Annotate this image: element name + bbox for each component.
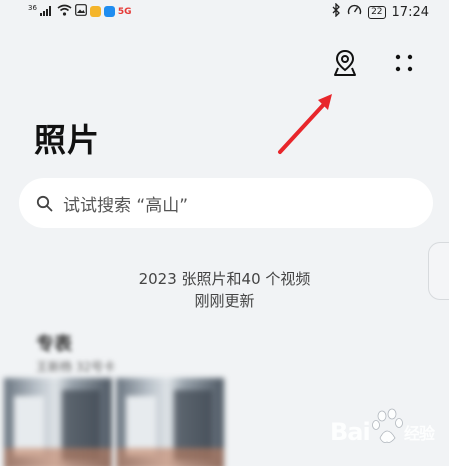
network-type-label: 36 bbox=[28, 3, 37, 12]
location-pin-icon bbox=[332, 49, 358, 81]
bluetooth-icon bbox=[332, 2, 341, 21]
album-thumbnail[interactable] bbox=[4, 378, 112, 466]
page-title: 照片 bbox=[34, 121, 101, 159]
photos-screen: 36 5G 22 17:24 照片 试试搜索 “高山” 2023 张照片和40 … bbox=[0, 0, 449, 466]
watermark-text: Bai bbox=[330, 418, 371, 446]
watermark-suffix: 经验 bbox=[404, 424, 435, 443]
update-status: 刚刚更新 bbox=[194, 292, 255, 310]
status-time: 17:24 bbox=[391, 4, 429, 20]
wifi-icon bbox=[57, 4, 72, 19]
status-left: 36 5G bbox=[28, 4, 132, 19]
search-icon bbox=[35, 194, 53, 212]
library-summary: 2023 张照片和40 个视频 刚刚更新 bbox=[0, 268, 449, 312]
search-placeholder: 试试搜索 “高山” bbox=[63, 195, 189, 216]
status-right: 22 17:24 bbox=[332, 2, 429, 21]
blue-app-icon bbox=[103, 6, 115, 17]
status-bar: 36 5G 22 17:24 bbox=[0, 0, 449, 26]
more-icon bbox=[393, 52, 415, 78]
signal-icon bbox=[39, 5, 54, 19]
album-thumbnail[interactable] bbox=[116, 378, 224, 466]
search-bar[interactable]: 试试搜索 “高山” bbox=[19, 178, 433, 228]
album-subtitle: 王新杨 32号卡 bbox=[36, 360, 116, 374]
yellow-app-icon bbox=[89, 6, 101, 17]
baidu-watermark: Bai 经验 bbox=[330, 408, 442, 456]
location-button[interactable] bbox=[330, 49, 360, 81]
album-title: 专表 bbox=[36, 334, 72, 355]
battery-indicator: 22 bbox=[368, 5, 386, 19]
more-options-button[interactable] bbox=[389, 50, 419, 80]
annotation-arrow bbox=[270, 88, 340, 164]
speedometer-icon bbox=[347, 3, 362, 21]
photo-video-count: 2023 张照片和40 个视频 bbox=[138, 270, 311, 288]
5g-app-icon: 5G bbox=[117, 6, 132, 17]
gallery-notification-icon bbox=[75, 4, 87, 19]
